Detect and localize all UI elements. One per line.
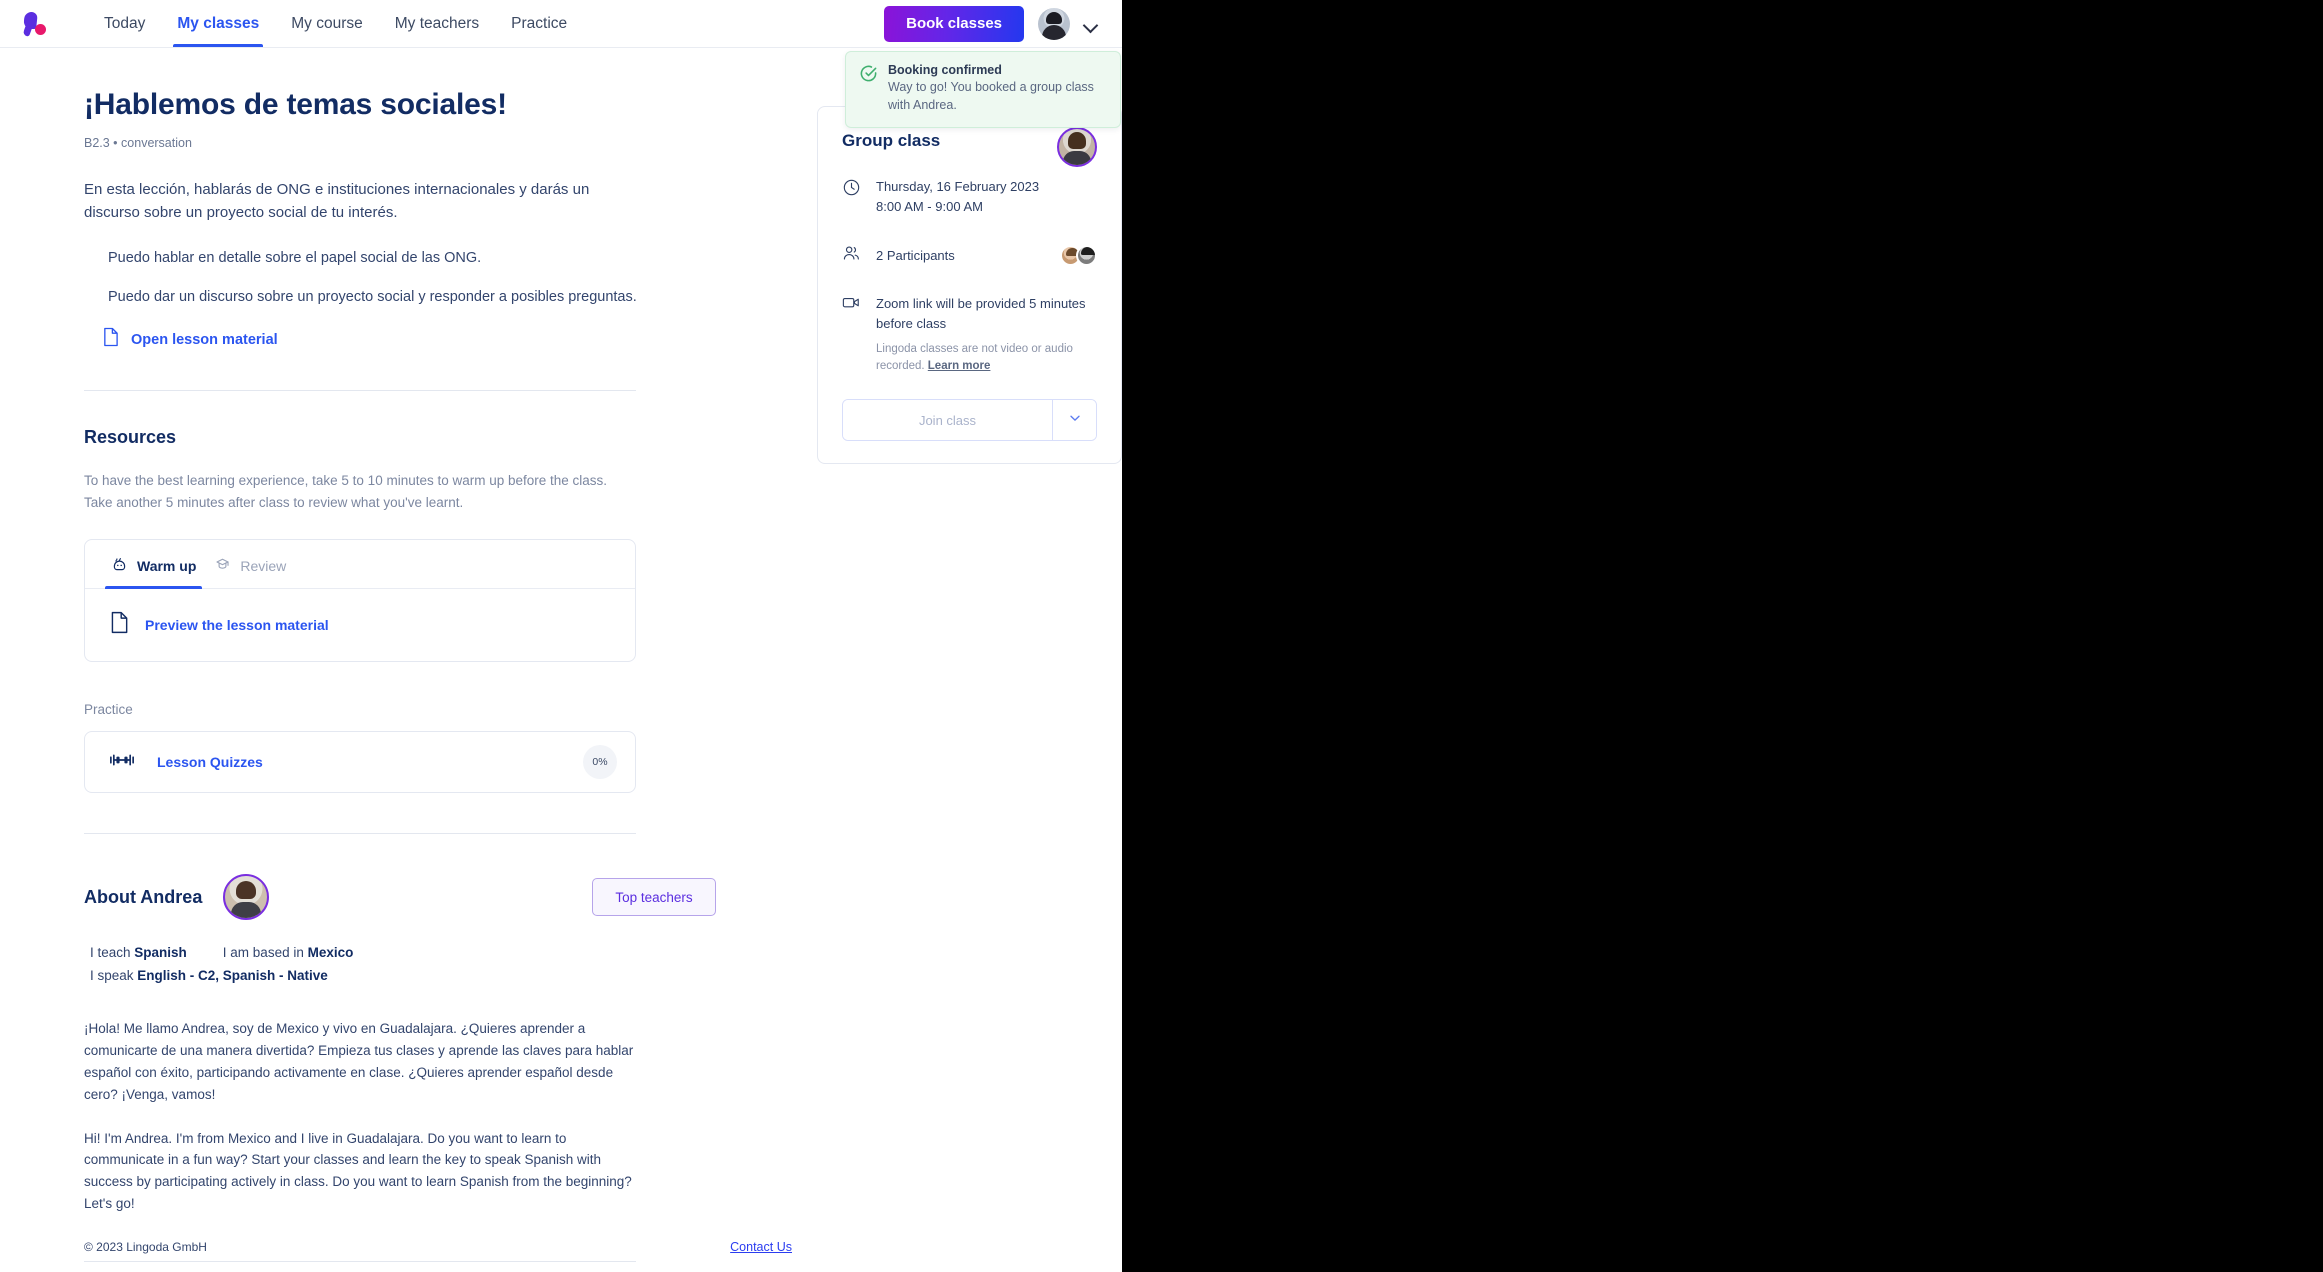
speak-prefix: I speak <box>90 968 138 984</box>
check-circle-icon <box>859 64 878 83</box>
dumbbell-icon <box>109 752 135 773</box>
chevron-down-icon <box>1067 410 1083 431</box>
zoom-info-row: Zoom link will be provided 5 minutes bef… <box>842 294 1097 375</box>
can-do-item: Puedo hablar en detalle sobre el papel s… <box>108 249 482 266</box>
main-nav: Today My classes My course My teachers P… <box>88 0 583 47</box>
page-content: ¡Hablemos de temas sociales! B2.3 • conv… <box>0 48 1122 1272</box>
copyright-text: © 2023 Lingoda GmbH <box>84 1240 207 1254</box>
warmup-icon <box>111 556 128 576</box>
nav-item-practice[interactable]: Practice <box>495 0 583 47</box>
lesson-quizzes-card[interactable]: Lesson Quizzes 0% <box>84 731 636 794</box>
teacher-facts: I teach Spanish I am based in Mexico I sp… <box>84 942 716 988</box>
about-header: About Andrea Top teachers <box>84 874 716 921</box>
quiz-progress-badge: 0% <box>583 745 617 780</box>
teacher-bio-es: ¡Hola! Me llamo Andrea, soy de Mexico y … <box>84 1021 634 1102</box>
teach-prefix: I teach <box>90 945 135 961</box>
participant-avatars <box>1060 245 1097 267</box>
preview-lesson-material-row[interactable]: Preview the lesson material <box>85 589 635 661</box>
nav-item-today[interactable]: Today <box>88 0 161 47</box>
lesson-column: ¡Hablemos de temas sociales! B2.3 • conv… <box>84 48 716 1272</box>
based-country: Mexico <box>307 945 354 961</box>
class-card-title: Group class <box>842 131 941 150</box>
about-teacher-section: About Andrea Top teachers I teach Spanis… <box>84 874 716 1215</box>
can-do-item: Puedo dar un discurso sobre un proyecto … <box>108 289 637 306</box>
app-viewport: Today My classes My course My teachers P… <box>0 0 1122 1272</box>
can-do-list: Puedo hablar en detalle sobre el papel s… <box>84 248 716 310</box>
top-teachers-badge[interactable]: Top teachers <box>592 878 716 917</box>
resources-subtitle: To have the best learning experience, ta… <box>84 473 608 510</box>
toast-title: Booking confirmed <box>888 63 1002 77</box>
logo-dot-icon <box>35 23 46 35</box>
resources-section: Resources To have the best learning expe… <box>84 427 716 794</box>
resources-title: Resources <box>84 427 177 447</box>
top-bar-actions: Book classes <box>884 5 1098 42</box>
tab-warm-up-label: Warm up <box>137 558 197 575</box>
group-class-card: Group class Thursday, 16 February 2023 8… <box>817 106 1122 465</box>
class-participants-row: 2 Participants <box>842 243 1097 268</box>
clock-icon <box>842 178 862 202</box>
contact-us-link[interactable]: Contact Us <box>730 1240 792 1254</box>
toast-message: Way to go! You booked a group class with… <box>888 80 1094 112</box>
join-class-control: Join class <box>842 399 1097 442</box>
nav-item-my-classes[interactable]: My classes <box>161 0 275 47</box>
join-class-button[interactable]: Join class <box>843 400 1052 441</box>
spoken-languages: English - C2, Spanish - Native <box>137 968 328 984</box>
teach-language: Spanish <box>134 945 187 961</box>
divider <box>84 390 636 391</box>
resources-tabs: Warm up Review <box>85 540 635 590</box>
lesson-description: En esta lección, hablarás de ONG e insti… <box>84 181 590 222</box>
nav-item-my-teachers[interactable]: My teachers <box>379 0 495 47</box>
resources-card: Warm up Review Preview the lesson materi… <box>84 539 636 663</box>
video-camera-icon <box>842 295 862 315</box>
class-date: Thursday, 16 February 2023 <box>876 179 1040 194</box>
open-lesson-material-row[interactable]: Open lesson material <box>84 327 716 352</box>
about-title: About Andrea <box>84 886 203 907</box>
participants-icon <box>842 244 862 268</box>
join-class-dropdown-toggle[interactable] <box>1052 400 1096 441</box>
lingoda-logo[interactable] <box>22 10 62 38</box>
nav-item-my-course[interactable]: My course <box>275 0 379 47</box>
participants-count: 2 Participants <box>876 247 955 263</box>
teacher-avatar[interactable] <box>223 874 270 921</box>
review-icon <box>214 556 231 576</box>
class-summary-column: Group class Thursday, 16 February 2023 8… <box>817 48 1122 1272</box>
lesson-quizzes-link[interactable]: Lesson Quizzes <box>157 754 263 770</box>
practice-label: Practice <box>84 702 133 718</box>
teacher-bio-en: Hi! I'm Andrea. I'm from Mexico and I li… <box>84 1130 632 1212</box>
class-teacher-avatar[interactable] <box>1057 127 1097 167</box>
open-lesson-material-link[interactable]: Open lesson material <box>131 332 278 348</box>
page-footer: © 2023 Lingoda GmbH Contact Us <box>0 1222 1122 1272</box>
page-title: ¡Hablemos de temas sociales! <box>84 88 507 121</box>
class-time: 8:00 AM - 9:00 AM <box>876 199 983 215</box>
book-classes-button[interactable]: Book classes <box>884 5 1024 42</box>
document-icon <box>102 327 119 352</box>
top-navigation-bar: Today My classes My course My teachers P… <box>0 0 1122 48</box>
chevron-down-icon[interactable] <box>1084 17 1098 31</box>
lesson-level-meta: B2.3 • conversation <box>84 136 192 150</box>
document-icon <box>109 611 129 639</box>
user-avatar[interactable] <box>1038 7 1070 40</box>
class-time-row: Thursday, 16 February 2023 8:00 AM - 9:0… <box>842 177 1097 217</box>
participant-avatar <box>1076 245 1097 267</box>
recording-note: Lingoda classes are not video or audio r… <box>876 341 1097 376</box>
based-prefix: I am based in <box>222 945 308 961</box>
tab-review-label: Review <box>240 558 287 575</box>
tab-warm-up[interactable]: Warm up <box>105 540 203 590</box>
tab-review[interactable]: Review <box>208 540 292 588</box>
booking-confirmed-toast: Booking confirmed Way to go! You booked … <box>845 51 1121 128</box>
preview-lesson-material-link[interactable]: Preview the lesson material <box>145 617 329 633</box>
recording-learn-more-link[interactable]: Learn more <box>928 360 991 372</box>
zoom-link-text: Zoom link will be provided 5 minutes bef… <box>876 296 1086 332</box>
divider <box>84 833 636 835</box>
